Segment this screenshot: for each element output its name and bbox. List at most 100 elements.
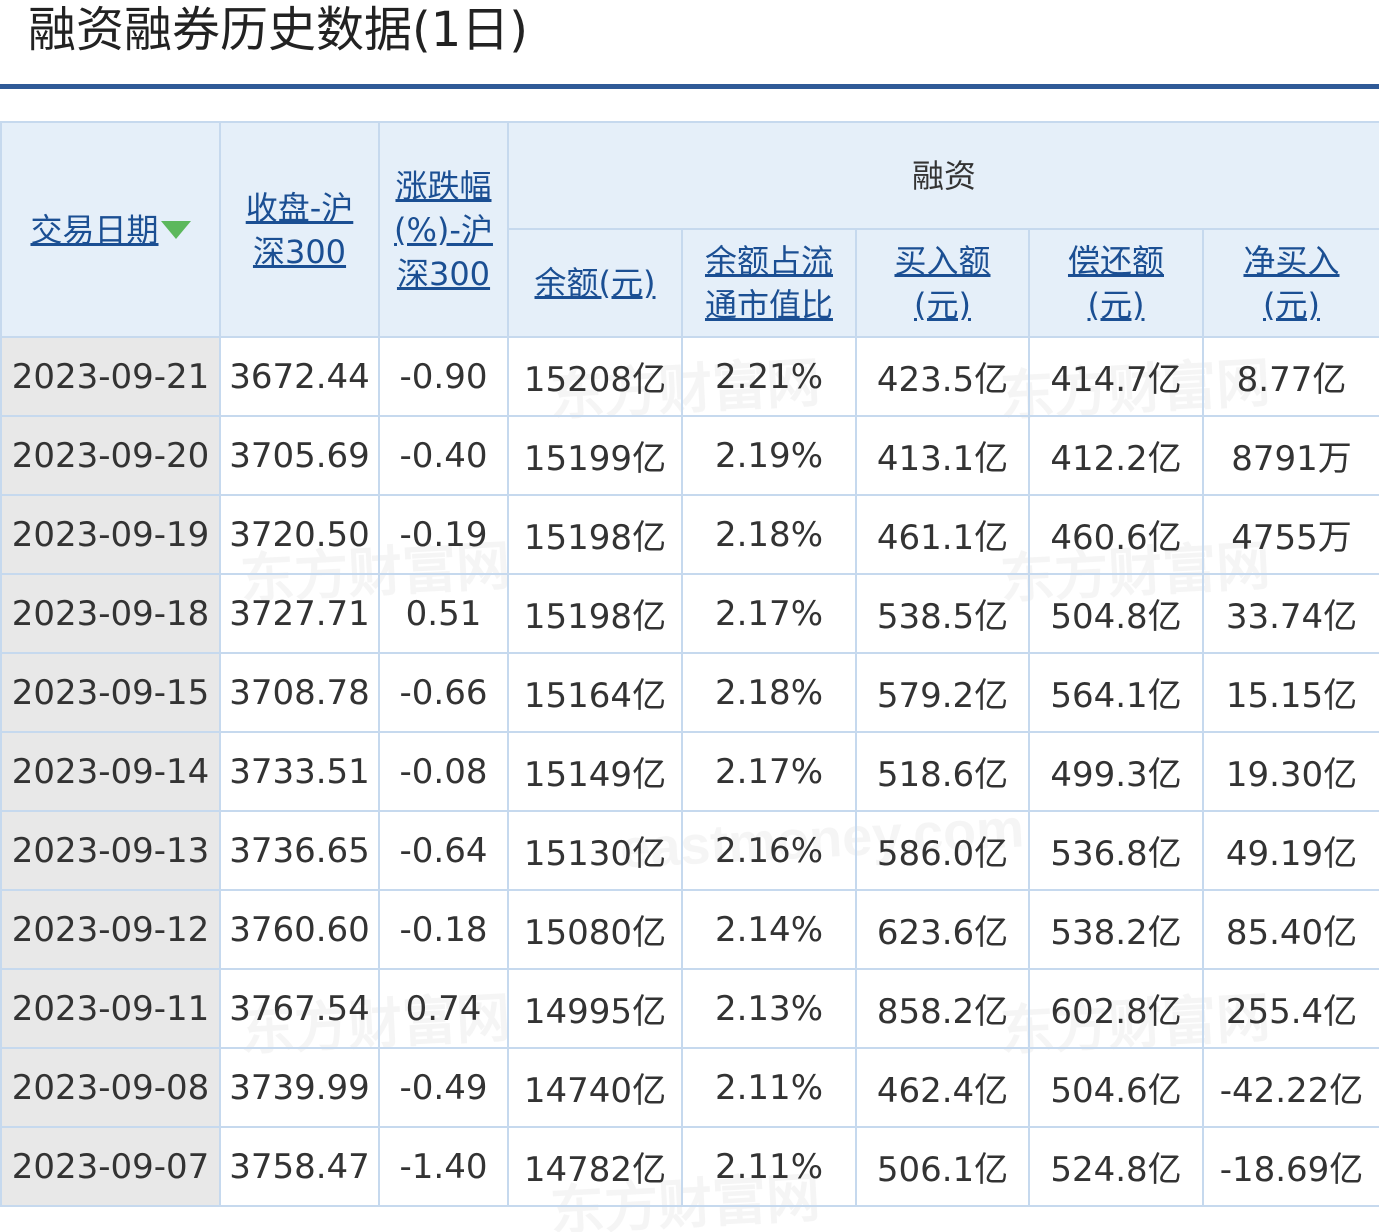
cell-close: 3736.65: [219, 810, 380, 891]
cell-close: 3720.50: [219, 494, 380, 575]
header-balance[interactable]: 余额(元): [507, 228, 683, 338]
header-group-label: 融资: [911, 156, 976, 195]
cell-close: 3708.78: [219, 652, 380, 733]
cell-net: 33.74亿: [1202, 573, 1379, 654]
cell-balance: 15080亿: [507, 889, 683, 970]
cell-repay: 414.7亿: [1028, 336, 1204, 417]
cell-change: -0.66: [378, 652, 509, 733]
table-row: 2023-09-13 3736.65 -0.64 15130亿 2.16% 586.0亿 5…: [0, 810, 1379, 891]
cell-repay: 504.8亿: [1028, 573, 1204, 654]
cell-change: -0.40: [378, 415, 509, 496]
header-buy-link[interactable]: 买入额(元): [893, 239, 992, 327]
cell-net: 8791万: [1202, 415, 1379, 496]
cell-change: 0.51: [378, 573, 509, 654]
header-net[interactable]: 净买入(元): [1202, 228, 1379, 338]
cell-net: 255.4亿: [1202, 968, 1379, 1049]
cell-date: 2023-09-14: [0, 731, 221, 812]
cell-net: 49.19亿: [1202, 810, 1379, 891]
cell-change: 0.74: [378, 968, 509, 1049]
header-buy[interactable]: 买入额(元): [855, 228, 1030, 338]
table-row: 2023-09-08 3739.99 -0.49 14740亿 2.11% 462.4亿 5…: [0, 1047, 1379, 1128]
cell-net: 85.40亿: [1202, 889, 1379, 970]
cell-buy: 461.1亿: [855, 494, 1030, 575]
table-body: 2023-09-21 3672.44 -0.90 15208亿 2.21% 423.5亿 4…: [0, 336, 1379, 1207]
cell-buy: 579.2亿: [855, 652, 1030, 733]
cell-close: 3760.60: [219, 889, 380, 970]
cell-date: 2023-09-19: [0, 494, 221, 575]
cell-buy: 858.2亿: [855, 968, 1030, 1049]
cell-balance: 15198亿: [507, 573, 683, 654]
cell-repay: 536.8亿: [1028, 810, 1204, 891]
table-row: 2023-09-14 3733.51 -0.08 15149亿 2.17% 518.6亿 4…: [0, 731, 1379, 812]
cell-balance: 15149亿: [507, 731, 683, 812]
cell-ratio: 2.17%: [681, 573, 857, 654]
cell-ratio: 2.18%: [681, 494, 857, 575]
header-close-link[interactable]: 收盘-沪深300: [237, 186, 362, 274]
cell-buy: 586.0亿: [855, 810, 1030, 891]
page-title: 融资融券历史数据(1日): [28, 2, 528, 58]
header-date-link[interactable]: 交易日期: [30, 208, 158, 252]
header-balance-link[interactable]: 余额(元): [535, 261, 656, 305]
cell-date: 2023-09-18: [0, 573, 221, 654]
cell-buy: 423.5亿: [855, 336, 1030, 417]
cell-balance: 15130亿: [507, 810, 683, 891]
cell-balance: 15164亿: [507, 652, 683, 733]
header-date[interactable]: 交易日期: [0, 121, 221, 338]
cell-buy: 413.1亿: [855, 415, 1030, 496]
cell-date: 2023-09-15: [0, 652, 221, 733]
cell-change: -0.08: [378, 731, 509, 812]
cell-ratio: 2.18%: [681, 652, 857, 733]
header-net-link[interactable]: 净买入(元): [1240, 239, 1343, 327]
cell-net: 19.30亿: [1202, 731, 1379, 812]
cell-buy: 462.4亿: [855, 1047, 1030, 1128]
cell-change: -0.19: [378, 494, 509, 575]
table-row: 2023-09-19 3720.50 -0.19 15198亿 2.18% 461.1亿 4…: [0, 494, 1379, 575]
cell-date: 2023-09-08: [0, 1047, 221, 1128]
cell-ratio: 2.17%: [681, 731, 857, 812]
cell-repay: 538.2亿: [1028, 889, 1204, 970]
cell-net: 8.77亿: [1202, 336, 1379, 417]
header-repay-link[interactable]: 偿还额(元): [1066, 239, 1166, 327]
table-row: 2023-09-07 3758.47 -1.40 14782亿 2.11% 506.1亿 5…: [0, 1126, 1379, 1207]
header-ratio[interactable]: 余额占流通市值比: [681, 228, 857, 338]
cell-close: 3727.71: [219, 573, 380, 654]
cell-change: -0.18: [378, 889, 509, 970]
header-change-link[interactable]: 涨跌幅(%)-沪深300: [388, 164, 499, 296]
header-close[interactable]: 收盘-沪深300: [219, 121, 380, 338]
cell-date: 2023-09-12: [0, 889, 221, 970]
cell-repay: 524.8亿: [1028, 1126, 1204, 1207]
cell-repay: 499.3亿: [1028, 731, 1204, 812]
cell-balance: 14740亿: [507, 1047, 683, 1128]
cell-buy: 518.6亿: [855, 731, 1030, 812]
cell-balance: 14995亿: [507, 968, 683, 1049]
cell-change: -0.49: [378, 1047, 509, 1128]
header-repay[interactable]: 偿还额(元): [1028, 228, 1204, 338]
header-ratio-link[interactable]: 余额占流通市值比: [695, 239, 843, 327]
cell-balance: 14782亿: [507, 1126, 683, 1207]
cell-buy: 506.1亿: [855, 1126, 1030, 1207]
cell-close: 3767.54: [219, 968, 380, 1049]
cell-buy: 538.5亿: [855, 573, 1030, 654]
cell-ratio: 2.13%: [681, 968, 857, 1049]
cell-buy: 623.6亿: [855, 889, 1030, 970]
cell-date: 2023-09-21: [0, 336, 221, 417]
cell-date: 2023-09-11: [0, 968, 221, 1049]
cell-close: 3672.44: [219, 336, 380, 417]
cell-close: 3705.69: [219, 415, 380, 496]
cell-net: 15.15亿: [1202, 652, 1379, 733]
sort-down-arrow-icon[interactable]: [160, 220, 191, 239]
header-change[interactable]: 涨跌幅(%)-沪深300: [378, 121, 509, 338]
cell-change: -0.90: [378, 336, 509, 417]
title-bar: 融资融券历史数据(1日): [0, 0, 1379, 89]
cell-date: 2023-09-07: [0, 1126, 221, 1207]
cell-repay: 460.6亿: [1028, 494, 1204, 575]
cell-balance: 15199亿: [507, 415, 683, 496]
cell-date: 2023-09-13: [0, 810, 221, 891]
table-row: 2023-09-20 3705.69 -0.40 15199亿 2.19% 413.1亿 4…: [0, 415, 1379, 496]
cell-change: -1.40: [378, 1126, 509, 1207]
table-row: 2023-09-21 3672.44 -0.90 15208亿 2.21% 423.5亿 4…: [0, 336, 1379, 417]
table-row: 2023-09-11 3767.54 0.74 14995亿 2.13% 858.2亿 60…: [0, 968, 1379, 1049]
header-group-margin: 融资: [507, 121, 1379, 230]
cell-repay: 504.6亿: [1028, 1047, 1204, 1128]
cell-ratio: 2.19%: [681, 415, 857, 496]
